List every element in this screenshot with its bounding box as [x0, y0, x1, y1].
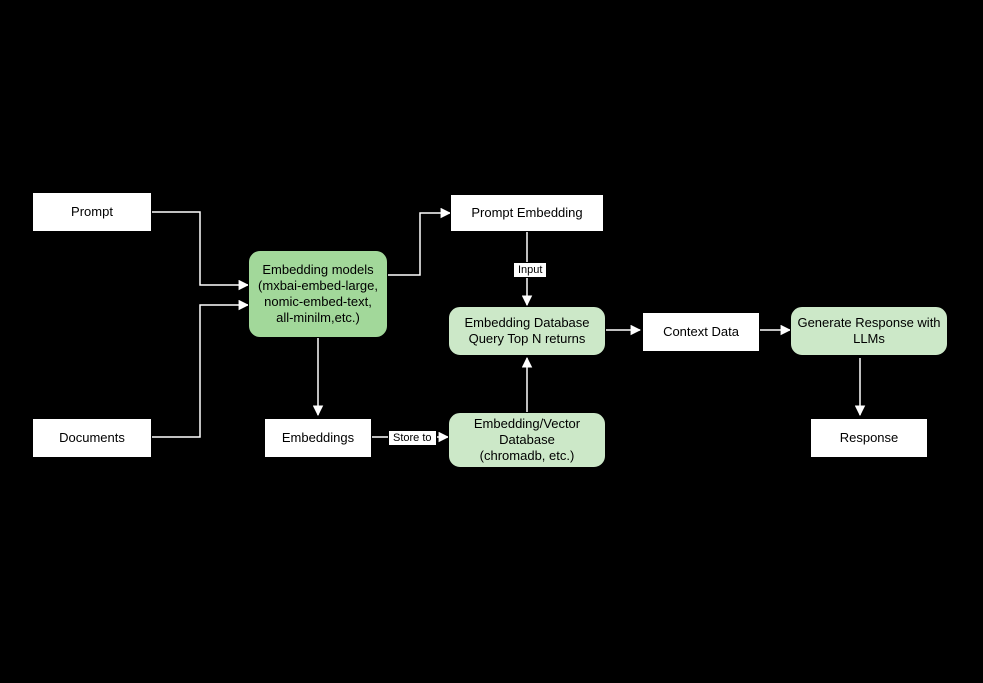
edge-label-input-text: Input: [518, 264, 542, 276]
edge-label-store-to: Store to: [388, 430, 437, 446]
node-response: Response: [810, 418, 928, 458]
node-embeddings-label: Embeddings: [282, 430, 354, 446]
node-generate-llm: Generate Response with LLMs: [790, 306, 948, 356]
node-embeddings: Embeddings: [264, 418, 372, 458]
node-embedding-models-label: Embedding models (mxbai-embed-large, nom…: [258, 262, 378, 327]
node-generate-llm-label: Generate Response with LLMs: [797, 315, 940, 348]
edge-label-input: Input: [513, 262, 547, 278]
node-prompt-label: Prompt: [71, 204, 113, 220]
node-context-data-label: Context Data: [663, 324, 739, 340]
node-query-topn: Embedding Database Query Top N returns: [448, 306, 606, 356]
node-prompt: Prompt: [32, 192, 152, 232]
node-embedding-models: Embedding models (mxbai-embed-large, nom…: [248, 250, 388, 338]
node-documents-label: Documents: [59, 430, 125, 446]
node-prompt-embedding: Prompt Embedding: [450, 194, 604, 232]
node-query-topn-label: Embedding Database Query Top N returns: [464, 315, 589, 348]
node-documents: Documents: [32, 418, 152, 458]
edge-label-store-to-text: Store to: [393, 432, 432, 444]
node-vector-db-label: Embedding/Vector Database (chromadb, etc…: [474, 416, 580, 465]
node-prompt-embedding-label: Prompt Embedding: [471, 205, 582, 221]
node-response-label: Response: [840, 430, 899, 446]
node-vector-db: Embedding/Vector Database (chromadb, etc…: [448, 412, 606, 468]
node-context-data: Context Data: [642, 312, 760, 352]
